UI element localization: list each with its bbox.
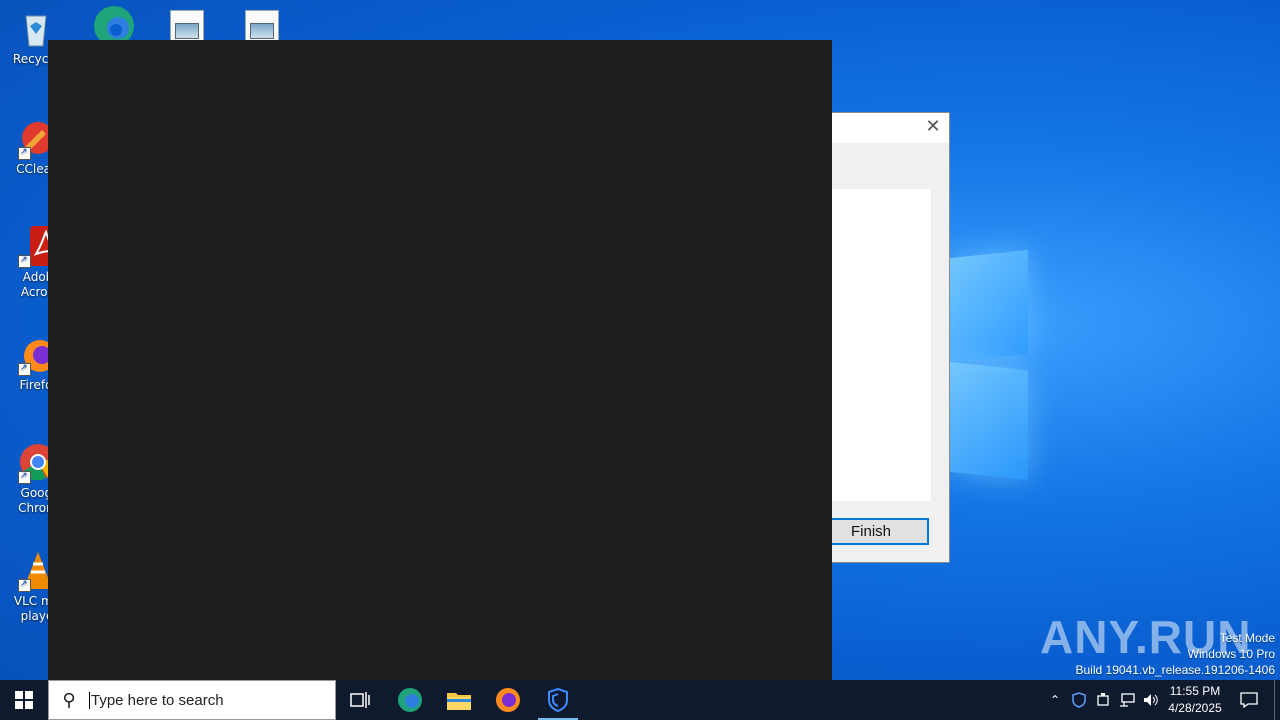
taskbar-file-explorer-button[interactable]: [435, 680, 483, 720]
taskbar-firefox-button[interactable]: [484, 680, 532, 720]
shortcut-arrow-icon: [18, 253, 31, 268]
firefox-icon: [496, 688, 520, 712]
task-view-icon: [350, 692, 370, 708]
search-input[interactable]: Type here to search: [89, 691, 224, 709]
taskbar: ⚲ Type here to search ⌃ 11:55 PM 4/28/20…: [0, 680, 1280, 720]
blank-dark-window[interactable]: [48, 40, 832, 680]
shield-icon: [548, 688, 568, 712]
windows-logo-wallpaper: [938, 240, 1030, 481]
taskbar-anyrun-shield-button[interactable]: [534, 680, 582, 720]
windows-start-icon: [15, 691, 33, 709]
system-info-watermark: Test Mode Windows 10 Pro Build 19041.vb_…: [1076, 630, 1276, 678]
start-button[interactable]: [0, 680, 48, 720]
chevron-up-icon: ⌃: [1049, 693, 1061, 707]
task-view-button[interactable]: [336, 680, 384, 720]
edge-icon: [398, 688, 422, 712]
folder-icon: [447, 693, 471, 710]
tray-network-button[interactable]: [1116, 680, 1138, 720]
shortcut-arrow-icon: [18, 469, 31, 484]
speaker-icon: [1144, 694, 1158, 706]
tray-volume-button[interactable]: [1140, 680, 1162, 720]
usb-device-icon: [1097, 693, 1109, 706]
search-icon: ⚲: [62, 689, 76, 711]
taskbar-edge-button[interactable]: [386, 680, 434, 720]
tray-overflow-button[interactable]: ⌃: [1044, 680, 1066, 720]
show-desktop-button[interactable]: [1274, 680, 1280, 720]
network-icon: [1120, 693, 1135, 707]
build-text: Build 19041.vb_release.191206-1406: [1075, 663, 1276, 677]
taskbar-clock[interactable]: 11:55 PM 4/28/2025: [1160, 683, 1230, 717]
taskbar-search-box[interactable]: ⚲ Type here to search: [48, 680, 336, 720]
shortcut-arrow-icon: [18, 361, 31, 376]
clock-time: 11:55 PM: [1169, 684, 1221, 698]
shortcut-arrow-icon: [18, 145, 31, 160]
edge-icon: [92, 4, 134, 46]
tray-device-button[interactable]: [1092, 680, 1114, 720]
tray-shield-button[interactable]: [1068, 680, 1090, 720]
os-edition-text: Windows 10 Pro: [1187, 647, 1275, 661]
shield-icon: [1072, 692, 1086, 708]
notification-icon: [1240, 692, 1258, 708]
test-mode-text: Test Mode: [1219, 631, 1275, 645]
clock-date: 4/28/2025: [1168, 701, 1222, 715]
action-center-button[interactable]: [1234, 680, 1264, 720]
shortcut-arrow-icon: [18, 577, 31, 592]
close-icon[interactable]: ✕: [923, 117, 943, 137]
